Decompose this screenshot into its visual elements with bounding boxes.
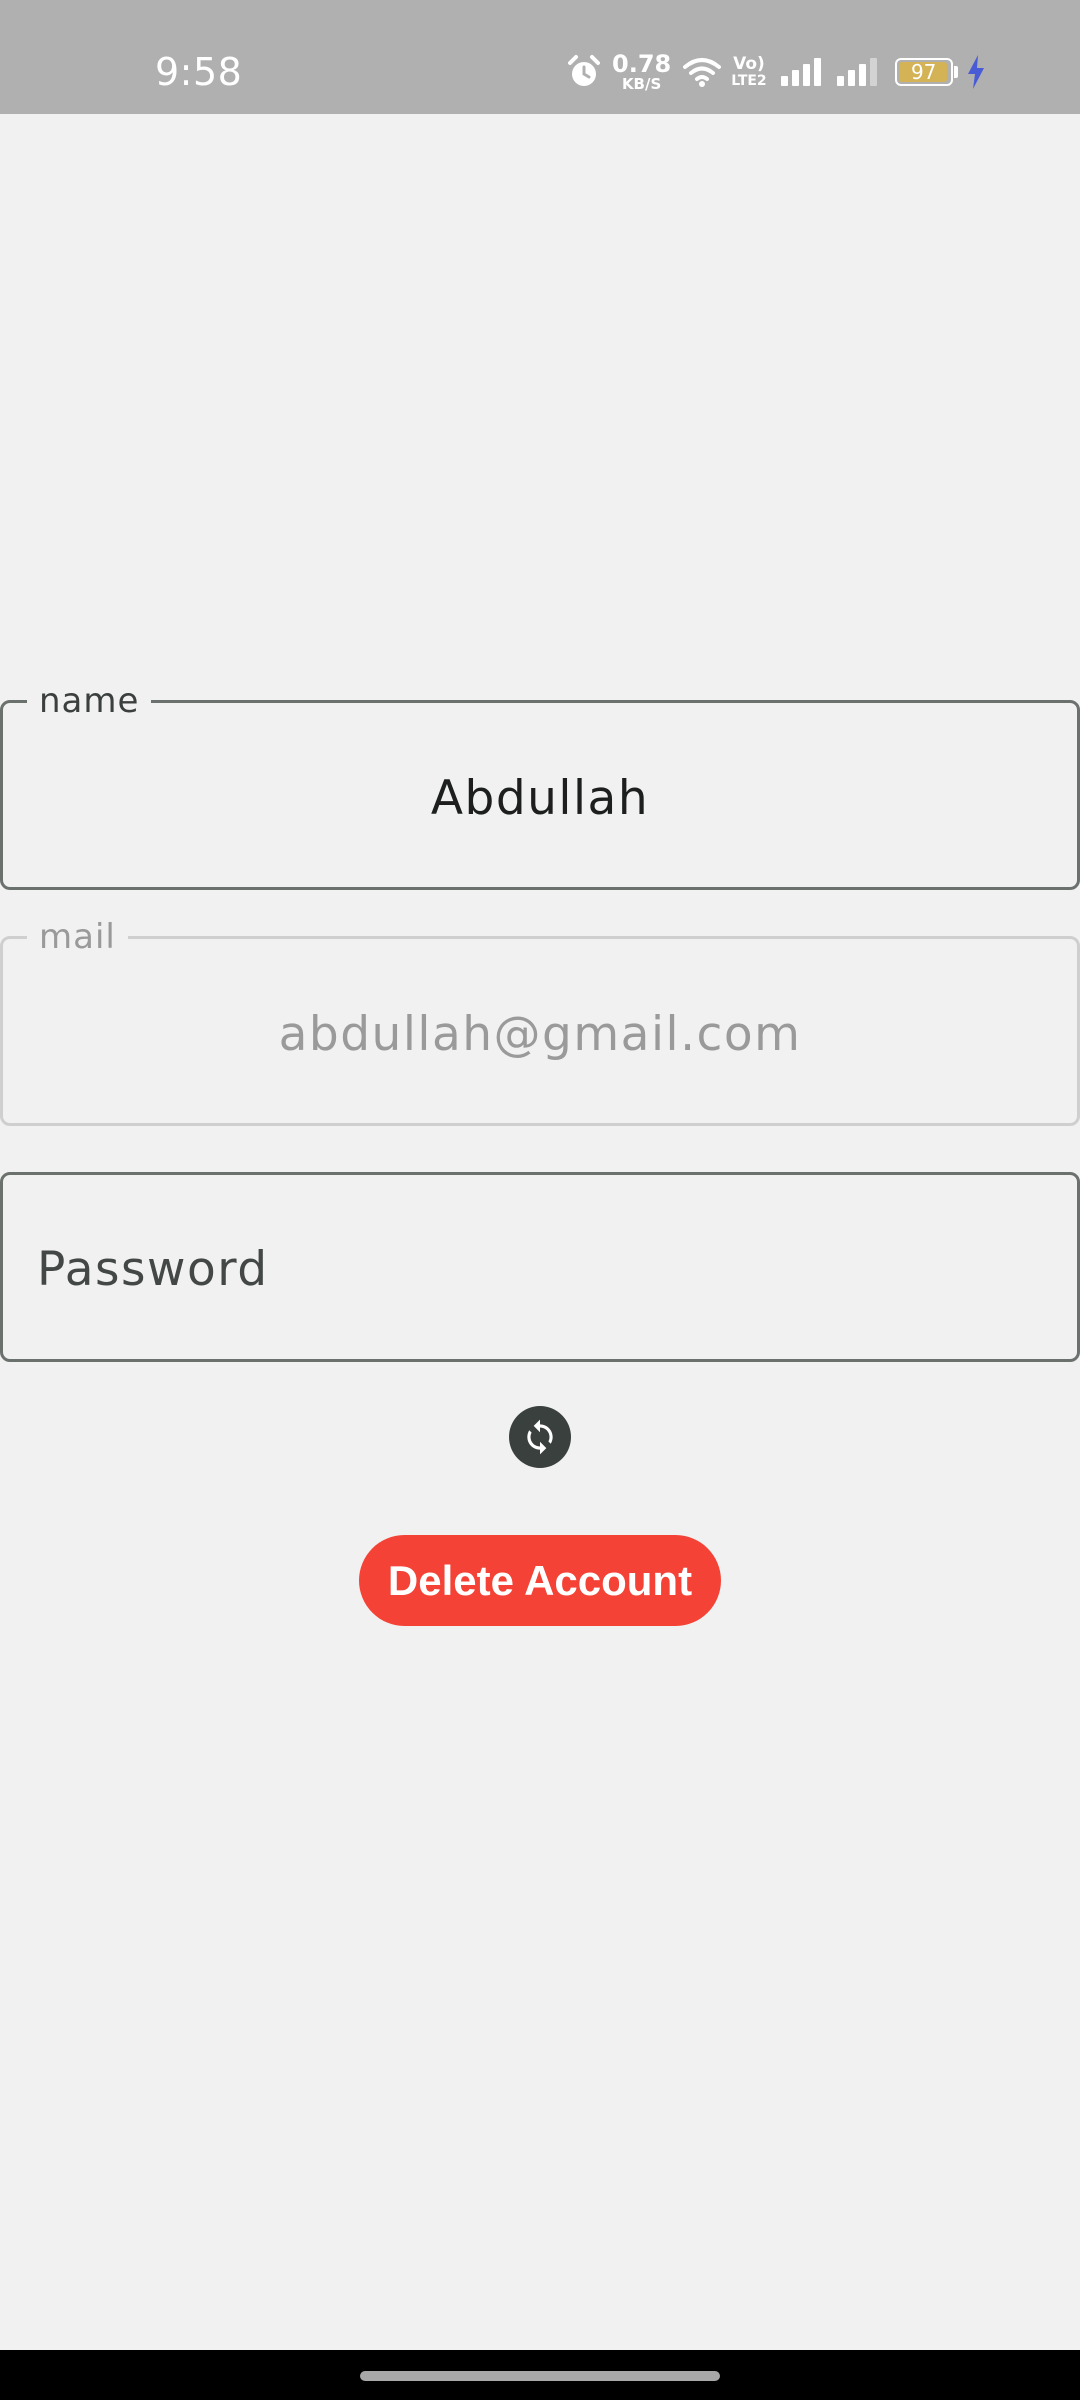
signal-icon: [836, 58, 877, 86]
battery-cap: [953, 66, 958, 78]
volte-top: Vo): [733, 54, 765, 74]
mail-field-label: mail: [27, 919, 128, 955]
alarm-icon: [568, 55, 600, 86]
home-indicator[interactable]: [360, 2371, 720, 2381]
net-speed-value: 0.78: [612, 50, 672, 78]
mail-field: mail abdullah@gmail.com: [0, 919, 1080, 1126]
signal-icon: [780, 58, 821, 86]
delete-account-button[interactable]: Delete Account: [359, 1535, 721, 1626]
volte-bottom: LTE2: [731, 73, 767, 89]
refresh-icon: [527, 1419, 553, 1455]
battery-level: 97: [910, 60, 937, 84]
charging-bolt-icon: [967, 55, 984, 89]
refresh-button[interactable]: [509, 1406, 571, 1468]
status-icons: 0.78 KB/S Vo) LTE2 97: [566, 46, 986, 98]
status-time: 9:58: [155, 50, 243, 94]
name-field-value: Abdullah: [430, 771, 650, 826]
password-input[interactable]: [37, 1239, 1043, 1299]
volte-badge: Vo) LTE2: [731, 54, 767, 89]
net-speed: 0.78 KB/S: [612, 52, 671, 92]
mail-field-value: abdullah@gmail.com: [278, 1007, 802, 1062]
net-speed-unit: KB/S: [621, 75, 662, 93]
name-field-label: name: [27, 683, 152, 719]
password-field[interactable]: [0, 1172, 1080, 1362]
name-field[interactable]: name Abdullah: [0, 683, 1080, 890]
wifi-icon: [683, 58, 722, 87]
status-bar: 9:58 0.78 KB/S Vo) LTE2 97: [0, 0, 1080, 114]
navigation-bar: [0, 2350, 1080, 2400]
battery-icon: 97: [894, 58, 953, 86]
